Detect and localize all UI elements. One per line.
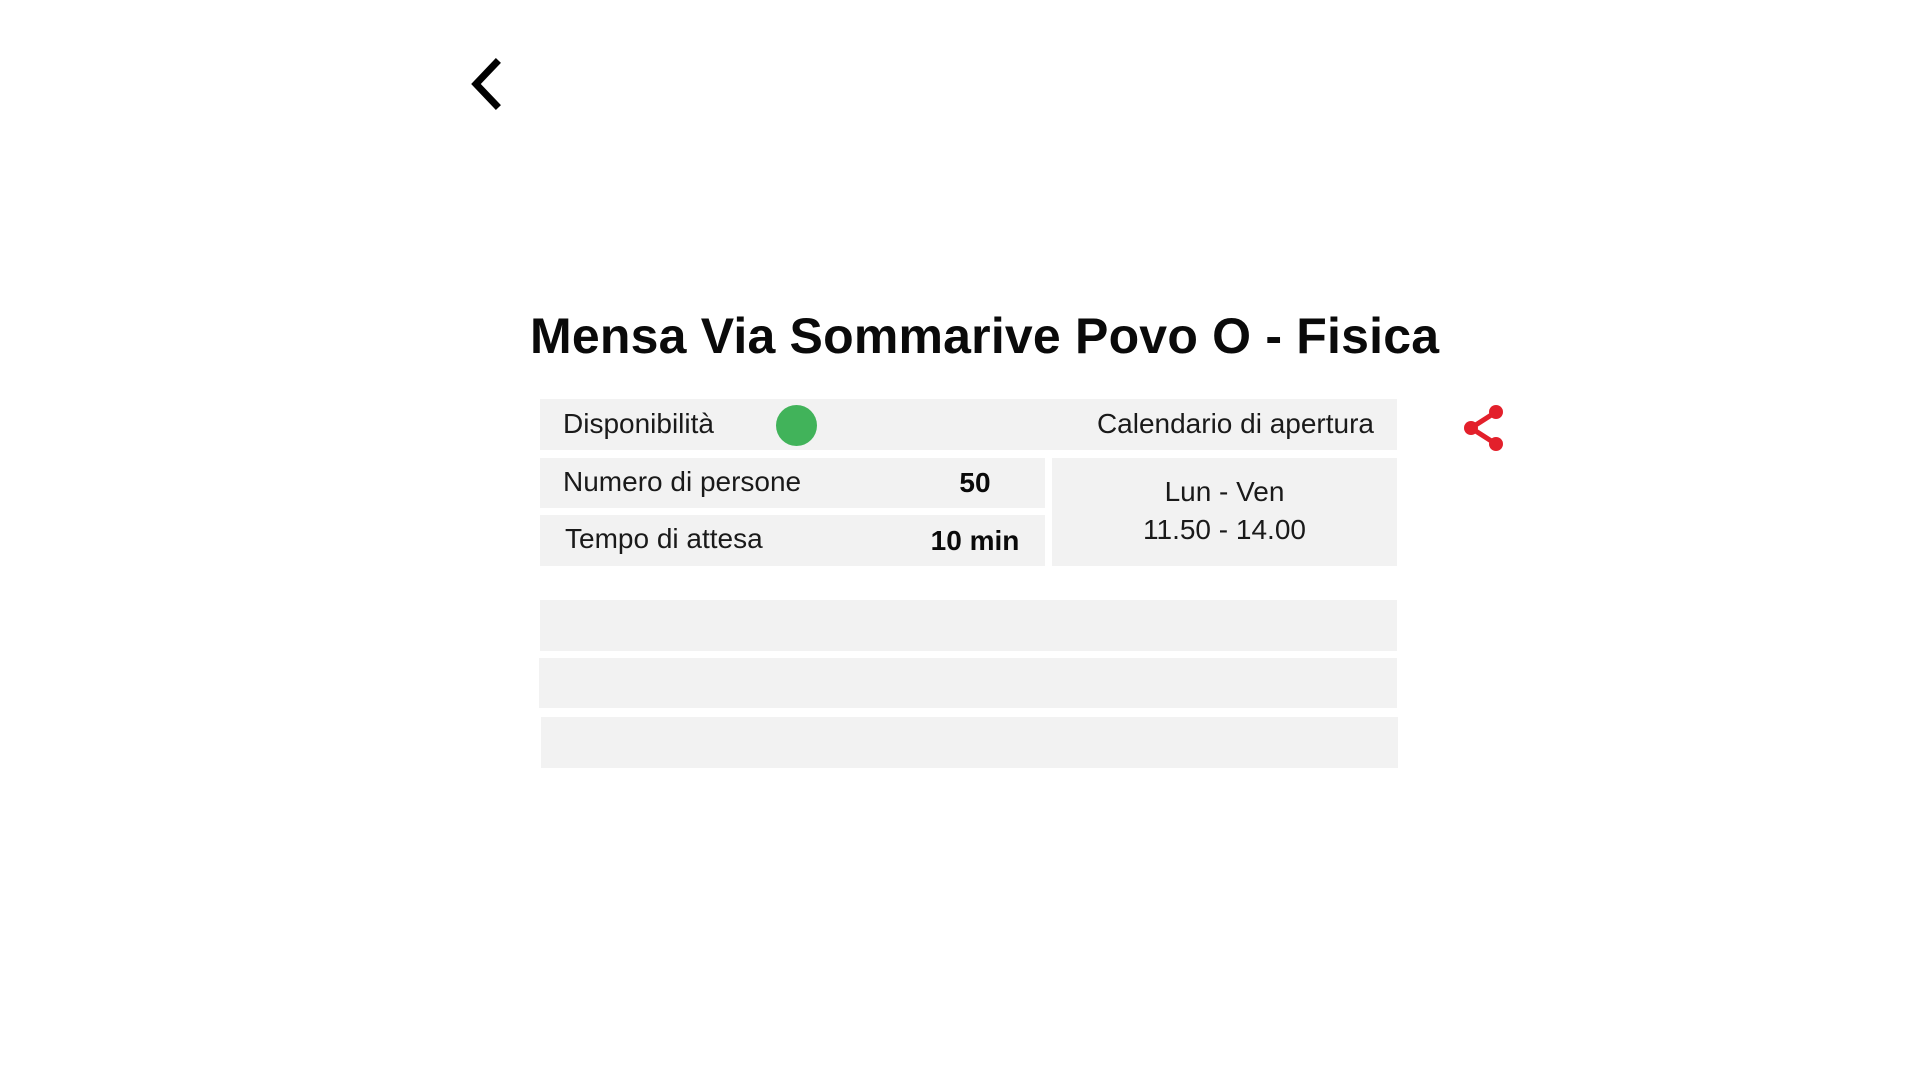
wait-time-label: Tempo di attesa: [565, 523, 763, 554]
back-button[interactable]: [464, 56, 508, 112]
schedule-days: Lun - Ven: [1164, 476, 1285, 507]
availability-label: Disponibilità: [563, 408, 714, 439]
empty-row: [541, 717, 1398, 768]
people-count-label: Numero di persone: [563, 466, 802, 497]
empty-row: [540, 600, 1397, 651]
share-button[interactable]: [1459, 403, 1509, 453]
share-icon: [1464, 405, 1503, 451]
schedule-hours: 11.50 - 14.00: [1143, 514, 1306, 545]
people-count-row: Numero di persone 50: [540, 458, 1045, 508]
page-title: Mensa Via Sommarive Povo O - Fisica: [530, 308, 1440, 364]
wait-time-value: 10 min: [930, 525, 1020, 556]
people-count-value: 50: [959, 467, 991, 498]
opening-calendar-label: Calendario di apertura: [1096, 408, 1374, 439]
empty-row: [539, 658, 1397, 708]
availability-status-indicator: [776, 405, 817, 446]
chevron-left-icon: [471, 58, 501, 110]
opening-schedule: Lun - Ven 11.50 - 14.00: [1052, 458, 1397, 566]
availability-row: Disponibilità Calendario di apertura: [540, 399, 1397, 450]
wait-time-row: Tempo di attesa 10 min: [540, 515, 1045, 566]
